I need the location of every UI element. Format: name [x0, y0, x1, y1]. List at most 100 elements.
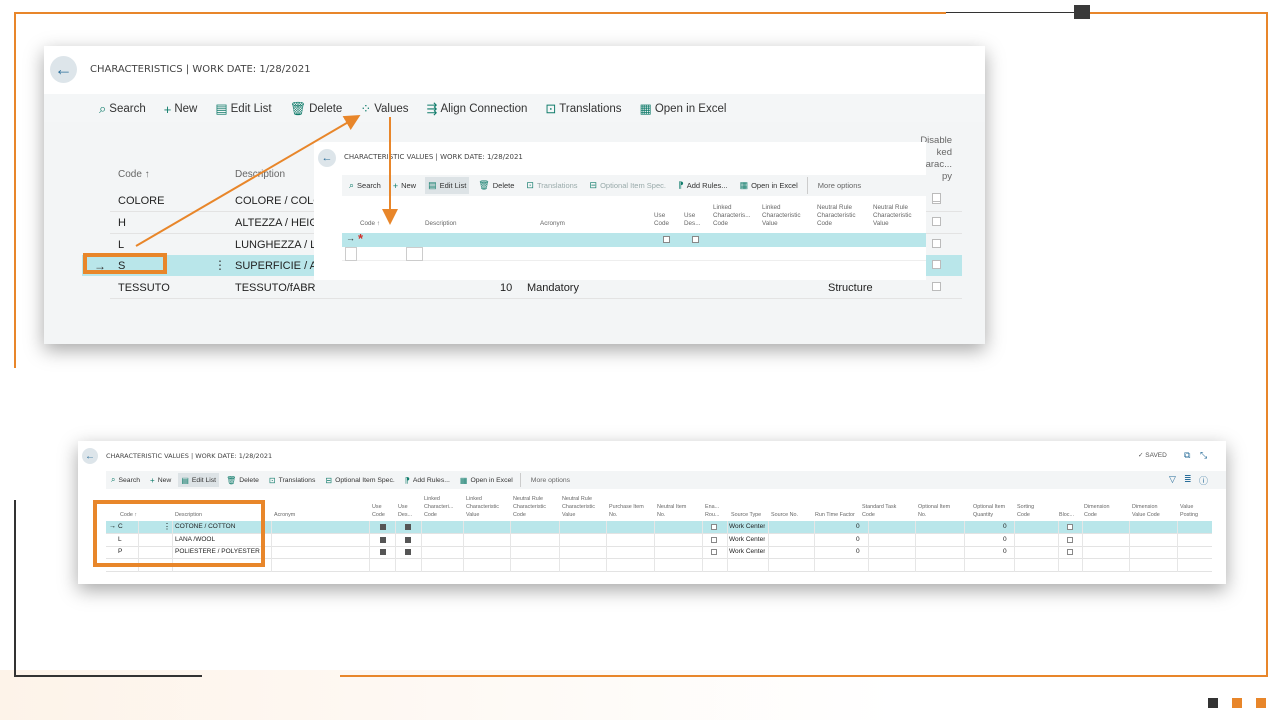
action-edit-list[interactable]: ▤ Edit List — [178, 473, 220, 487]
use-code-checkbox[interactable] — [380, 537, 386, 543]
action-search[interactable]: ⌕ Search — [96, 100, 149, 118]
action-new[interactable]: + New — [147, 473, 174, 487]
col-header[interactable]: Dimension Value Code — [1132, 503, 1160, 519]
col-header[interactable]: Run Time Factor — [815, 511, 855, 519]
use-description-checkbox[interactable] — [692, 236, 699, 243]
col-header[interactable]: Use Code — [372, 503, 385, 519]
row-run-time-factor[interactable]: 0 — [856, 548, 860, 555]
col-header[interactable]: Linked Characteristic Value — [466, 495, 499, 519]
col-header[interactable]: Description — [425, 220, 457, 228]
col-header[interactable]: Use Des... — [684, 212, 700, 228]
filter-icon[interactable]: ▽ — [1169, 474, 1176, 485]
action-optional-item-spec[interactable]: ⊟ Optional Item Spec. — [322, 473, 397, 487]
empty-cell[interactable] — [345, 247, 357, 261]
disable-checkbox[interactable] — [932, 217, 941, 226]
action-values[interactable]: ⁘ Values — [357, 100, 411, 118]
action-add-rules[interactable]: ⁋ Add Rules... — [675, 177, 731, 194]
col-header[interactable]: Use Code — [654, 212, 669, 228]
back-button[interactable]: ← — [50, 56, 77, 83]
col-header[interactable]: Value Posting — [1180, 503, 1198, 519]
col-header[interactable]: Standard Task Code — [862, 503, 896, 519]
enable-rounding-checkbox[interactable] — [711, 549, 717, 555]
action-open-in-excel[interactable]: ▦ Open in Excel — [457, 473, 516, 487]
use-description-checkbox[interactable] — [405, 524, 411, 530]
info-icon[interactable]: ⓘ — [1199, 474, 1208, 487]
row-optional-quantity[interactable]: 0 — [1003, 523, 1007, 530]
empty-cell[interactable] — [406, 247, 423, 261]
action-add-rules[interactable]: ⁋ Add Rules... — [402, 473, 453, 487]
col-header[interactable]: Neutral Rule Characteristic Value — [562, 495, 595, 519]
row-run-time-factor[interactable]: 0 — [856, 523, 860, 530]
action-translations[interactable]: ⊡ Translations — [266, 473, 318, 487]
row-code[interactable]: TESSUTO — [118, 282, 170, 294]
col-header[interactable]: Purchase Item No. — [609, 503, 644, 519]
row-description[interactable]: COLORE / COLO — [235, 195, 315, 207]
row-menu-icon[interactable]: ⋮ — [214, 258, 226, 272]
action-open-in-excel[interactable]: ▦ Open in Excel — [637, 100, 730, 118]
row-description[interactable]: TESSUTO/fABRIC — [235, 282, 315, 294]
blocked-checkbox[interactable] — [1067, 524, 1073, 530]
col-header[interactable]: Source No. — [771, 511, 798, 519]
back-button[interactable]: ← — [82, 448, 98, 464]
col-header-code[interactable]: Code ↑ — [118, 169, 150, 180]
col-header[interactable]: Linked Characteri... Code — [424, 495, 453, 519]
use-code-checkbox[interactable] — [380, 549, 386, 555]
enable-rounding-checkbox[interactable] — [711, 524, 717, 530]
row-source-type[interactable]: Work Center — [729, 548, 765, 555]
action-align-connection[interactable]: ⇶ Align Connection — [424, 100, 531, 118]
enable-rounding-checkbox[interactable] — [711, 537, 717, 543]
action-delete[interactable]: 🗑 Delete — [287, 100, 346, 118]
col-header[interactable]: Dimension Code — [1084, 503, 1109, 519]
row-description[interactable]: LUNGHEZZA / LE — [235, 239, 315, 251]
col-header[interactable]: Optional Item Quantity — [973, 503, 1005, 519]
col-header[interactable]: Linked Characteristic Value — [762, 204, 801, 228]
row-code[interactable]: COLORE — [118, 195, 164, 207]
col-header[interactable]: Use Des... — [398, 503, 412, 519]
open-new-window-icon[interactable]: ⧉ — [1184, 450, 1190, 461]
col-header[interactable]: Bloc... — [1059, 511, 1074, 519]
col-header[interactable]: Linked Characteris... Code — [713, 204, 750, 228]
row-code[interactable]: H — [118, 217, 126, 229]
row-description[interactable]: SUPERFICIE / AR — [235, 260, 315, 272]
collapse-icon[interactable]: ⤡ — [1200, 450, 1207, 461]
disable-checkbox[interactable] — [932, 282, 941, 291]
disable-checkbox[interactable] — [932, 239, 941, 248]
action-edit-list[interactable]: ▤ Edit List — [425, 177, 470, 194]
action-delete[interactable]: 🗑 Delete — [475, 177, 517, 194]
row-optional-quantity[interactable]: 0 — [1003, 536, 1007, 543]
col-header[interactable]: Optional Item No. — [918, 503, 950, 519]
col-header[interactable]: Neutral Rule Characteristic Code — [817, 204, 856, 228]
action-translations[interactable]: ⊡ Translations — [523, 177, 580, 194]
col-header[interactable]: Acronym — [274, 511, 295, 519]
action-translations[interactable]: ⊡ Translations — [542, 100, 624, 118]
row-source-type[interactable]: Work Center — [729, 536, 765, 543]
use-code-checkbox[interactable] — [663, 236, 670, 243]
col-header[interactable]: Neutral Item No. — [657, 503, 686, 519]
row-description[interactable]: ALTEZZA / HEIGH — [235, 217, 315, 229]
action-search[interactable]: ⌕ Search — [346, 177, 384, 194]
row-run-time-factor[interactable]: 0 — [856, 536, 860, 543]
disable-checkbox[interactable] — [932, 193, 941, 202]
col-header[interactable]: Neutral Rule Characteristic Code — [513, 495, 546, 519]
col-header[interactable]: Ena... Rou... — [705, 503, 719, 519]
col-header[interactable]: Code ↑ — [360, 220, 380, 228]
action-new[interactable]: + New — [390, 177, 419, 194]
action-edit-list[interactable]: ▤ Edit List — [212, 100, 274, 118]
row-optional-quantity[interactable]: 0 — [1003, 548, 1007, 555]
row-code[interactable]: L — [118, 239, 124, 251]
action-search[interactable]: ⌕ Search — [108, 473, 143, 487]
col-header-description[interactable]: Description — [235, 169, 285, 180]
col-header[interactable]: Sorting Code — [1017, 503, 1034, 519]
blocked-checkbox[interactable] — [1067, 537, 1073, 543]
use-description-checkbox[interactable] — [405, 537, 411, 543]
col-header[interactable]: Acronym — [540, 220, 565, 228]
action-more-options[interactable]: More options — [519, 473, 573, 487]
use-code-checkbox[interactable] — [380, 524, 386, 530]
row-source-type[interactable]: Work Center — [729, 523, 765, 530]
action-more-options[interactable]: More options — [806, 177, 864, 194]
list-view-icon[interactable]: ≣ — [1184, 474, 1192, 485]
new-row[interactable] — [342, 233, 926, 247]
action-new[interactable]: + New — [161, 100, 201, 118]
use-description-checkbox[interactable] — [405, 549, 411, 555]
col-header[interactable]: Neutral Rule Characteristic Value — [873, 204, 912, 228]
